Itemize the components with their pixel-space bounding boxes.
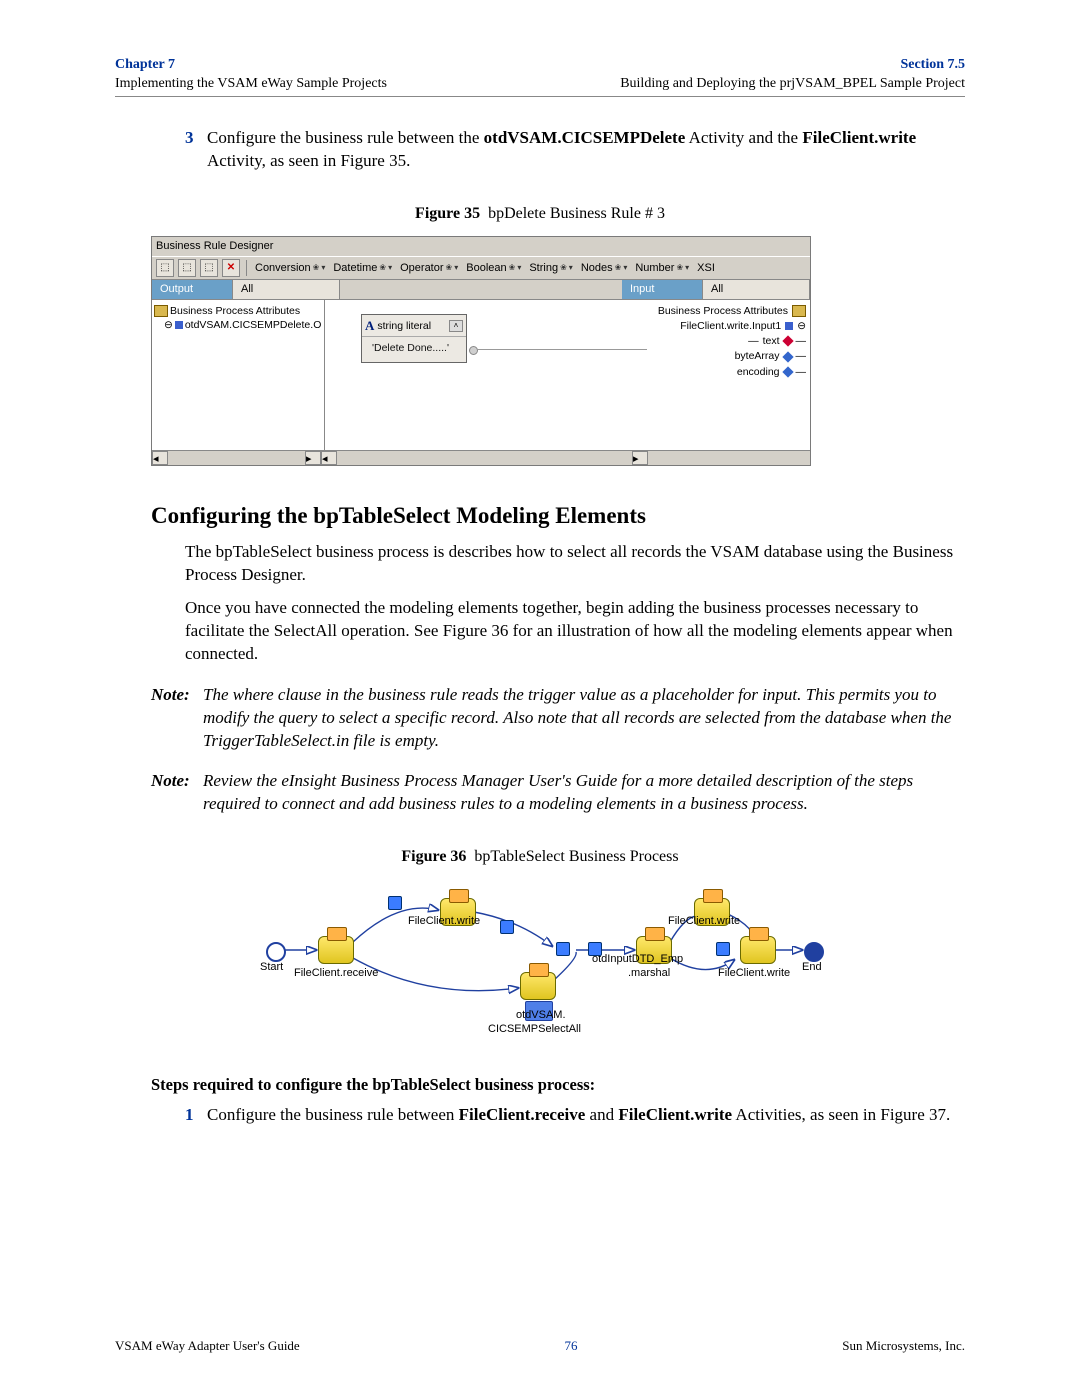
receive-activity [318,936,354,964]
output-port[interactable] [469,346,478,355]
toolbar-number[interactable]: Number ❀ ▾ [633,261,691,276]
write-label: FileClient.write [718,966,790,981]
folder-icon [792,305,806,317]
footer-right: Sun Microsystems, Inc. [842,1337,965,1355]
chapter-subtitle: Implementing the VSAM eWay Sample Projec… [115,75,387,94]
note-1: Note: The where clause in the business r… [151,684,965,753]
page-header: Chapter 7 Implementing the VSAM eWay Sam… [115,56,965,94]
step-1: 1 Configure the business rule between Fi… [185,1104,965,1127]
footer-page: 76 [564,1337,577,1355]
output-header[interactable]: Output [152,280,233,299]
section-subtitle: Building and Deploying the prjVSAM_BPEL … [620,75,965,94]
folder-icon [154,305,168,317]
toolbar-operator[interactable]: Operator ❀ ▾ [398,261,460,276]
node-icon [785,322,793,330]
dtd-label1: otdInputDTD_Emp [592,952,683,967]
figure36-caption: Figure 36 bpTableSelect Business Process [115,846,965,868]
write-label: FileClient.write [668,914,740,929]
toolbar-boolean[interactable]: Boolean ❀ ▾ [464,261,523,276]
link-icon [500,920,514,934]
tree-leaf-text[interactable]: — text — [644,334,806,348]
link-icon [588,942,602,956]
brd-toolbar: ⬚ ⬚ ⬚ ✕ Conversion ❀ ▾ Datetime ❀ ▾ Oper… [152,256,810,280]
note-label: Note: [151,770,203,816]
chapter-label: Chapter 7 [115,56,387,75]
tree-leaf-encoding[interactable]: encoding — [644,365,806,379]
note-label: Note: [151,684,203,753]
paragraph: The bpTableSelect business process is de… [185,541,965,587]
otdvsam-label1: otdVSAM. [516,1008,566,1023]
separator [246,260,247,276]
link-icon [388,896,402,910]
write-activity [740,936,776,964]
collapse-icon[interactable]: ˄ [449,320,463,332]
figure35-caption: Figure 35 bpDelete Business Rule # 3 [115,203,965,225]
delete-icon[interactable]: ✕ [222,259,240,277]
start-label: Start [260,960,283,975]
note-2: Note: Review the eInsight Business Proce… [151,770,965,816]
toolbar-xsi[interactable]: XSI [695,261,717,276]
note-text: The where clause in the business rule re… [203,684,965,753]
dtd-label2: .marshal [628,966,670,981]
tool-icon[interactable]: ⬚ [178,259,196,277]
step-text: Configure the business rule between File… [207,1104,965,1127]
tree-leaf-bytearray[interactable]: byteArray — [644,349,806,363]
paragraph: Once you have connected the modeling ele… [185,597,965,666]
tree-node[interactable]: ⊖ otdVSAM.CICSEMPDelete.O [154,318,322,332]
section-heading: Configuring the bpTableSelect Modeling E… [151,500,965,531]
diamond-icon [782,351,793,362]
toolbar-string[interactable]: String ❀ ▾ [527,261,574,276]
input-header[interactable]: Input [622,280,703,299]
step-number: 1 [185,1104,207,1127]
diamond-icon [782,336,793,347]
figure36: Start FileClient.receive FileClient.writ… [258,880,822,1040]
input-tree[interactable]: Business Process Attributes FileClient.w… [640,300,810,450]
output-all[interactable]: All [233,280,340,299]
tree-root[interactable]: Business Process Attributes [154,304,322,318]
diamond-icon [782,366,793,377]
step-3: 3 Configure the business rule between th… [185,127,965,173]
toolbar-nodes[interactable]: Nodes ❀ ▾ [579,261,630,276]
brd-columns-header: Output All Input All [152,280,810,300]
section-label: Section 7.5 [620,56,965,75]
output-tree[interactable]: Business Process Attributes ⊖ otdVSAM.CI… [152,300,325,450]
end-label: End [802,960,822,975]
otdvsam-activity [520,972,556,1000]
mapbox-title: string literal [377,319,431,333]
steps-heading: Steps required to configure the bpTableS… [151,1074,965,1096]
toolbar-conversion[interactable]: Conversion ❀ ▾ [253,261,327,276]
step-number: 3 [185,127,207,173]
link-icon [556,942,570,956]
mapping-canvas[interactable]: A string literal ˄ 'Delete Done.....' [325,300,640,450]
tree-node[interactable]: FileClient.write.Input1 ⊖ [644,319,806,333]
string-literal-box[interactable]: A string literal ˄ 'Delete Done.....' [361,314,467,363]
receive-label: FileClient.receive [294,966,378,981]
page-footer: VSAM eWay Adapter User's Guide 76 Sun Mi… [115,1337,965,1355]
tool-icon[interactable]: ⬚ [156,259,174,277]
brd-title: Business Rule Designer [152,237,810,256]
toolbar-datetime[interactable]: Datetime ❀ ▾ [331,261,394,276]
end-node [804,942,824,962]
figure35: Business Rule Designer ⬚ ⬚ ⬚ ✕ Conversio… [151,236,811,466]
footer-left: VSAM eWay Adapter User's Guide [115,1337,300,1355]
connection-wire [477,349,647,350]
link-icon [716,942,730,956]
step-text: Configure the business rule between the … [207,127,965,173]
header-rule [115,96,965,97]
input-all[interactable]: All [703,280,810,299]
tool-icon[interactable]: ⬚ [200,259,218,277]
tree-root[interactable]: Business Process Attributes [644,304,806,318]
mapbox-value: 'Delete Done.....' [362,337,466,361]
write-label: FileClient.write [408,914,480,929]
type-icon: A [365,317,374,335]
start-node [266,942,286,962]
node-icon [175,321,183,329]
otdvsam-label2: CICSEMPSelectAll [488,1022,581,1037]
scrollbar-h[interactable]: ◂▸ [152,450,321,465]
scrollbar-h[interactable]: ◂▸ [321,450,648,465]
note-text: Review the eInsight Business Process Man… [203,770,965,816]
